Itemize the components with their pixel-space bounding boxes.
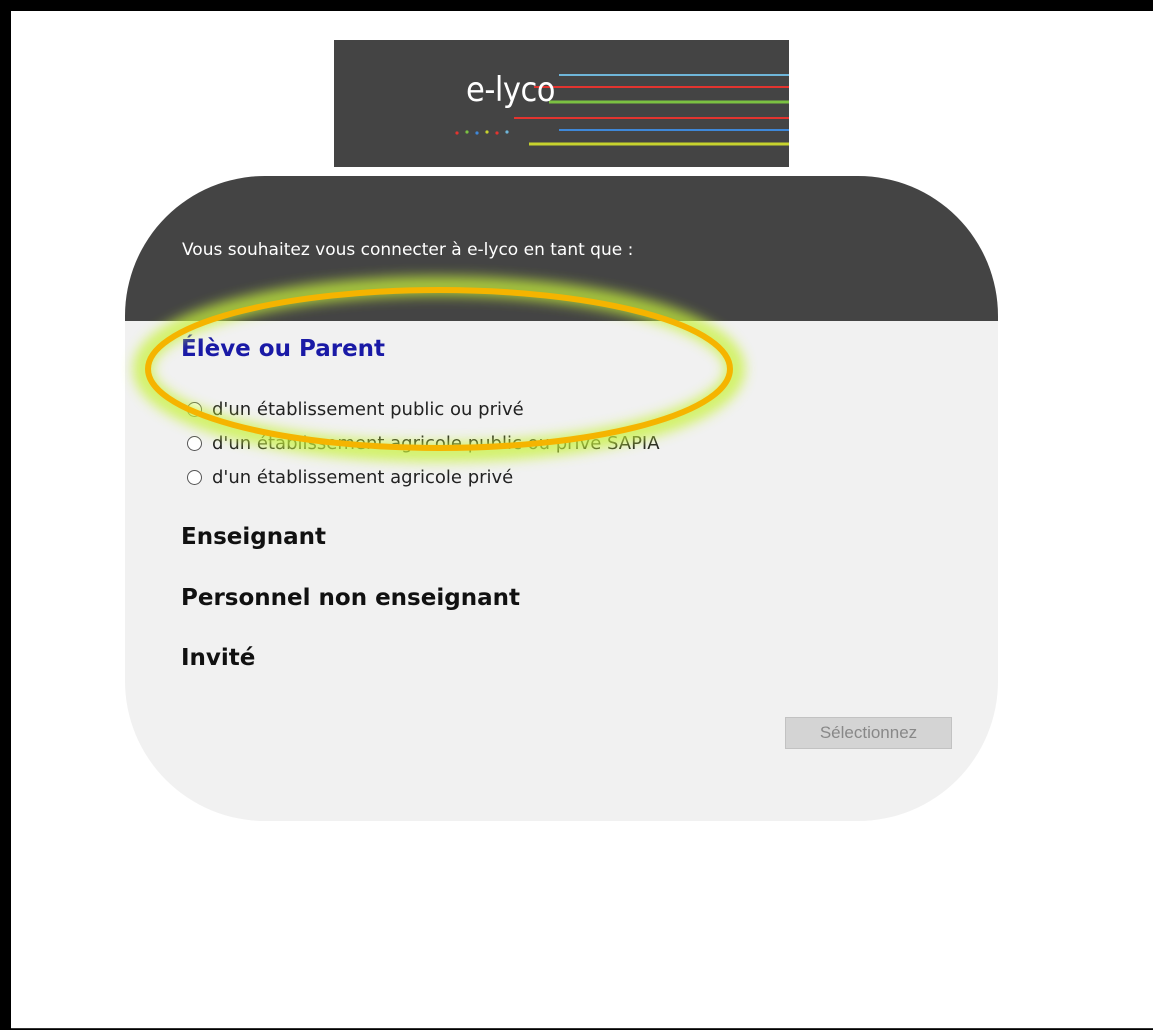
logo-text: e-lyco xyxy=(466,70,556,110)
radio-label: d'un établissement agricole privé xyxy=(212,466,514,488)
radio-option-agricole-prive[interactable]: d'un établissement agricole privé xyxy=(187,465,513,489)
radio-button[interactable] xyxy=(187,469,202,485)
card-header: Vous souhaitez vous connecter à e-lyco e… xyxy=(125,176,998,321)
section-eleve-parent[interactable]: Élève ou Parent xyxy=(181,336,385,362)
radio-button[interactable] xyxy=(187,435,202,451)
logo-stripes xyxy=(455,74,789,146)
connect-prompt: Vous souhaitez vous connecter à e-lyco e… xyxy=(182,240,634,260)
radio-label: d'un établissement agricole public ou pr… xyxy=(212,432,660,454)
page-frame: e-lyco Vous souhaitez vous connecter à e… xyxy=(11,11,1153,1029)
radio-option-agricole-sapia[interactable]: d'un établissement agricole public ou pr… xyxy=(187,431,660,455)
select-button[interactable]: Sélectionnez xyxy=(785,717,952,749)
login-card: Vous souhaitez vous connecter à e-lyco e… xyxy=(125,176,998,821)
radio-button[interactable] xyxy=(187,401,202,417)
section-personnel-non-enseignant[interactable]: Personnel non enseignant xyxy=(181,585,520,611)
radio-label: d'un établissement public ou privé xyxy=(212,398,524,420)
e-lyco-logo: e-lyco xyxy=(334,40,789,167)
section-enseignant[interactable]: Enseignant xyxy=(181,524,326,550)
radio-option-public-prive[interactable]: d'un établissement public ou privé xyxy=(187,397,524,421)
section-invite[interactable]: Invité xyxy=(181,645,255,671)
